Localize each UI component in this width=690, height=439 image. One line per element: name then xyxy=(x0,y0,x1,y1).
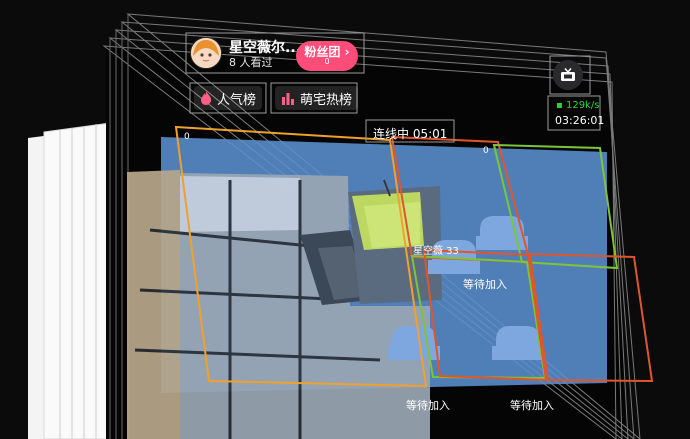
clock: 03:26:01 xyxy=(555,114,605,127)
tv-icon xyxy=(561,68,575,81)
streamer-avatar[interactable] xyxy=(190,37,222,69)
flame-icon xyxy=(201,91,212,105)
network-speed-value: 129k/s xyxy=(565,100,600,111)
seat-waiting-label[interactable]: 等待加入 xyxy=(510,397,554,413)
seat-waiting-label[interactable]: 等待加入 xyxy=(406,397,450,413)
tab-moe-hot-rank[interactable]: 萌宅热榜 xyxy=(275,86,359,110)
fan-club-count: 0 xyxy=(324,57,330,67)
guest-name-label: 星空薇 33 xyxy=(413,246,459,257)
sofa-icon xyxy=(476,216,528,250)
viewer-count: 8 人看过 xyxy=(229,56,273,69)
tab-label: 萌宅热榜 xyxy=(300,92,353,108)
seat-counter-left: 0 xyxy=(184,132,190,142)
tab-label: 人气榜 xyxy=(217,92,257,108)
link-timer: 连线中 05:01 xyxy=(373,127,448,141)
fan-club-label: 粉丝团 xyxy=(304,44,341,59)
bar-chart-icon xyxy=(282,93,294,105)
network-speed: ▪ 129k/s xyxy=(556,100,599,111)
camera-button[interactable] xyxy=(553,60,583,90)
seat-waiting-label[interactable]: 等待加入 xyxy=(463,276,507,292)
avatar-image xyxy=(191,38,221,68)
chevron-right-icon: › xyxy=(340,44,350,59)
seat-counter-right: 0 xyxy=(483,146,489,156)
network-dot-icon: ▪ xyxy=(556,100,566,111)
sofa-icon xyxy=(388,326,440,360)
fan-club-button[interactable]: 粉丝团 › 0 xyxy=(296,41,358,71)
tab-popularity-rank[interactable]: 人气榜 xyxy=(194,86,263,110)
sofa-icon xyxy=(492,326,544,360)
